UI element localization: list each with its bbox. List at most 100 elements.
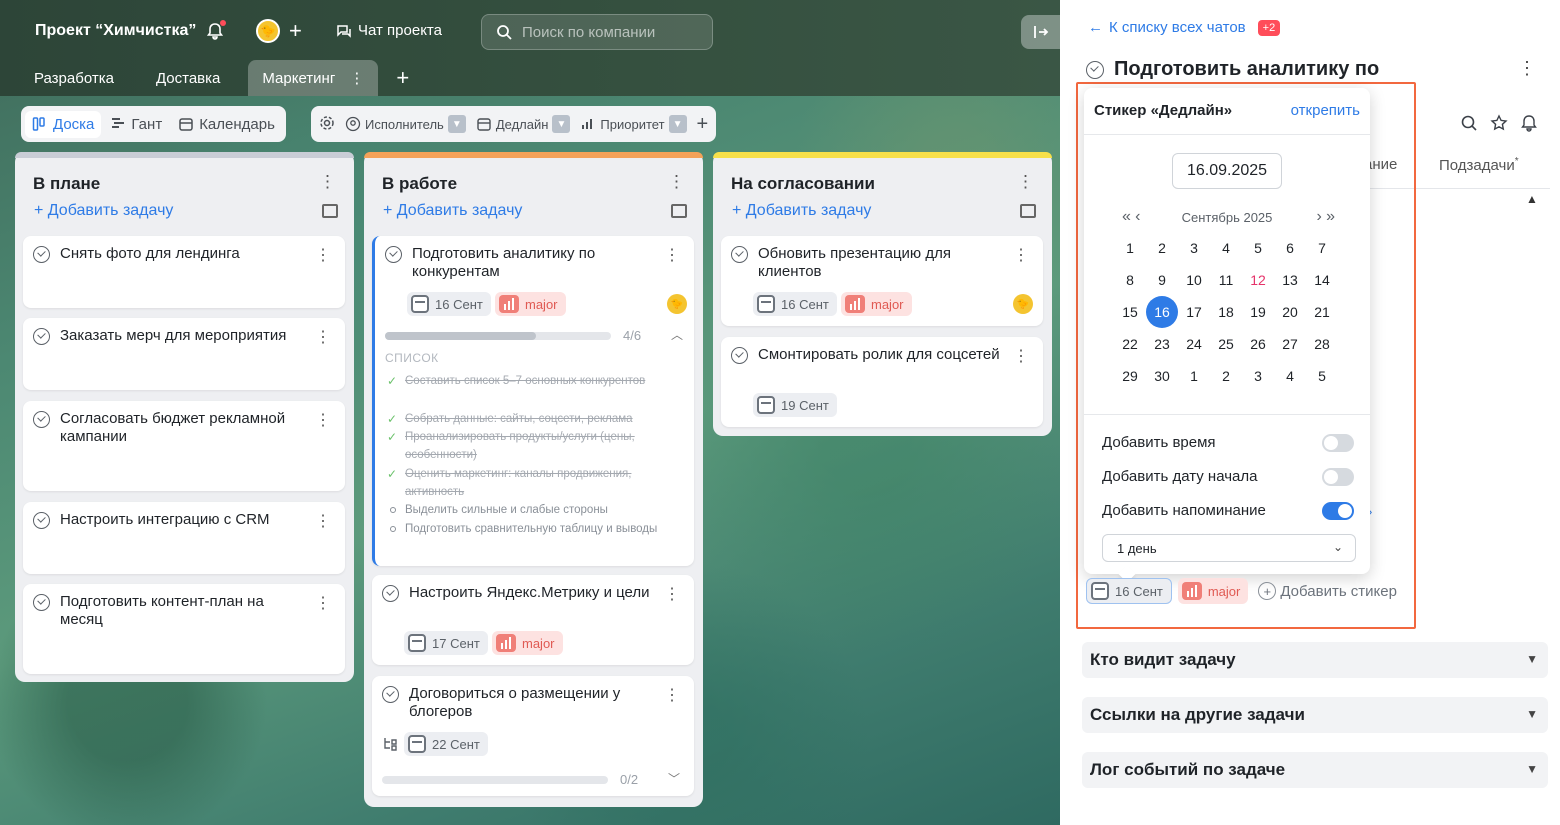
priority-tag[interactable]: major bbox=[492, 631, 563, 655]
calendar-day[interactable]: 2 bbox=[1210, 360, 1242, 392]
calendar-day[interactable]: 1 bbox=[1178, 360, 1210, 392]
reminder-select[interactable]: 1 день ⌄ bbox=[1102, 534, 1356, 562]
collapse-up-icon[interactable]: ▲ bbox=[1526, 192, 1538, 206]
star-icon[interactable] bbox=[1490, 114, 1508, 136]
unpin-link[interactable]: открепить bbox=[1291, 102, 1360, 119]
calendar-day[interactable]: 7 bbox=[1306, 232, 1338, 264]
avatar[interactable]: 🐤 bbox=[256, 19, 280, 43]
column-menu-icon[interactable]: ⋮ bbox=[1017, 172, 1034, 192]
accordion-visibility[interactable]: Кто видит задачу ▼ bbox=[1082, 642, 1548, 678]
add-member-icon[interactable]: + bbox=[289, 20, 302, 42]
check-circle-icon[interactable] bbox=[385, 246, 402, 263]
calendar-day[interactable]: 25 bbox=[1210, 328, 1242, 360]
accordion-event-log[interactable]: Лог событий по задаче ▼ bbox=[1082, 752, 1548, 788]
date-tag[interactable]: 22 Сент bbox=[404, 732, 488, 756]
card-menu-icon[interactable]: ⋮ bbox=[1013, 346, 1029, 366]
calendar-day[interactable]: 6 bbox=[1274, 232, 1306, 264]
view-gantt[interactable]: Гант bbox=[103, 111, 169, 138]
task-menu-icon[interactable]: ⋮ bbox=[1518, 58, 1536, 79]
calendar-day[interactable]: 28 bbox=[1306, 328, 1338, 360]
project-chat-button[interactable]: Чат проекта bbox=[336, 22, 442, 39]
checklist-item[interactable]: ✓ Собрать данные: сайты, соцсети, реклама bbox=[387, 410, 677, 428]
task-card[interactable]: Заказать мерч для мероприятия ⋮ bbox=[23, 318, 345, 390]
chevron-right-icon[interactable]: › bbox=[1317, 208, 1323, 225]
deadline-sticker[interactable]: 16 Сент bbox=[1086, 578, 1172, 604]
card-menu-icon[interactable]: ⋮ bbox=[315, 410, 331, 430]
back-to-chats-link[interactable]: ← К списку всех чатов +2 bbox=[1088, 19, 1281, 36]
task-card[interactable]: Подготовить контент-план на месяц ⋮ bbox=[23, 584, 345, 674]
check-circle-icon[interactable] bbox=[33, 594, 50, 611]
card-menu-icon[interactable]: ⋮ bbox=[1013, 245, 1029, 265]
task-card[interactable]: Договориться о размещении у блогеров ⋮ 2… bbox=[372, 676, 694, 796]
check-circle-icon[interactable] bbox=[33, 411, 50, 428]
calendar-day[interactable]: 3 bbox=[1178, 232, 1210, 264]
view-board[interactable]: Доска bbox=[25, 110, 102, 138]
assignee-avatar[interactable]: 🐤 bbox=[1013, 294, 1033, 314]
accordion-links[interactable]: Ссылки на другие задачи ▼ bbox=[1082, 697, 1548, 733]
calendar-day[interactable]: 10 bbox=[1178, 264, 1210, 296]
calendar-day[interactable]: 3 bbox=[1242, 360, 1274, 392]
calendar-day[interactable]: 15 bbox=[1114, 296, 1146, 328]
add-tab-icon[interactable]: + bbox=[396, 65, 409, 91]
calendar-day[interactable]: 29 bbox=[1114, 360, 1146, 392]
date-tag[interactable]: 16 Сент bbox=[407, 292, 491, 316]
calendar-day[interactable]: 23 bbox=[1146, 328, 1178, 360]
card-menu-icon[interactable]: ⋮ bbox=[315, 593, 331, 613]
priority-sticker[interactable]: major bbox=[1177, 578, 1249, 604]
calendar-day[interactable]: 4 bbox=[1210, 232, 1242, 264]
chevron-left-icon[interactable]: ‹ bbox=[1135, 208, 1141, 225]
double-chevron-left-icon[interactable]: « bbox=[1122, 208, 1131, 225]
toggle-add-start-date[interactable] bbox=[1322, 468, 1354, 486]
filter-funnel-icon[interactable]: ▼ bbox=[668, 115, 687, 133]
task-card[interactable]: Настроить Яндекс.Метрику и цели ⋮ 17 Сен… bbox=[372, 575, 694, 665]
date-tag[interactable]: 17 Сент bbox=[404, 631, 488, 655]
toggle-add-reminder[interactable] bbox=[1322, 502, 1354, 520]
calendar-day[interactable]: 21 bbox=[1306, 296, 1338, 328]
filter-assignee[interactable]: Исполнитель ▼ bbox=[345, 115, 466, 133]
calendar-day[interactable]: 1 bbox=[1114, 232, 1146, 264]
task-card[interactable]: Смонтировать ролик для соцсетей ⋮ 19 Сен… bbox=[721, 337, 1043, 427]
calendar-day[interactable]: 24 bbox=[1178, 328, 1210, 360]
add-task-button[interactable]: + Добавить задачу bbox=[34, 202, 173, 220]
tab-delivery[interactable]: Доставка bbox=[142, 61, 234, 96]
calendar-day[interactable]: 18 bbox=[1210, 296, 1242, 328]
calendar-day[interactable]: 17 bbox=[1178, 296, 1210, 328]
checklist-item[interactable]: ✓ Оценить маркетинг: каналы продвижения, … bbox=[387, 465, 677, 501]
card-menu-icon[interactable]: ⋮ bbox=[315, 327, 331, 347]
filter-deadline[interactable]: Дедлайн ▼ bbox=[476, 115, 571, 133]
chevron-up-icon[interactable]: ︿ bbox=[671, 326, 683, 343]
check-circle-icon[interactable] bbox=[1086, 60, 1104, 79]
calendar-day[interactable]: 11 bbox=[1210, 264, 1242, 296]
search-input[interactable] bbox=[522, 23, 702, 41]
calendar-day[interactable]: 8 bbox=[1114, 264, 1146, 296]
calendar-day[interactable]: 26 bbox=[1242, 328, 1274, 360]
calendar-day[interactable]: 22 bbox=[1114, 328, 1146, 360]
checklist-item[interactable]: Выделить сильные и слабые стороны bbox=[387, 501, 677, 519]
task-card[interactable]: Обновить презентацию для клиентов ⋮ 16 С… bbox=[721, 236, 1043, 326]
column-template-icon[interactable] bbox=[671, 204, 687, 218]
card-menu-icon[interactable]: ⋮ bbox=[664, 685, 680, 705]
calendar-day[interactable]: 19 bbox=[1242, 296, 1274, 328]
card-menu-icon[interactable]: ⋮ bbox=[315, 511, 331, 531]
tab-more-icon[interactable]: ⋮ bbox=[349, 69, 364, 87]
add-filter-icon[interactable]: + bbox=[697, 113, 709, 136]
calendar-day[interactable]: 20 bbox=[1274, 296, 1306, 328]
search-icon[interactable] bbox=[1460, 114, 1478, 136]
add-task-button[interactable]: + Добавить задачу bbox=[383, 202, 522, 220]
check-circle-icon[interactable] bbox=[33, 246, 50, 263]
add-sticker-button[interactable]: + Добавить стикер bbox=[1254, 578, 1405, 604]
card-menu-icon[interactable]: ⋮ bbox=[664, 584, 680, 604]
checklist-item[interactable]: Подготовить сравнительную таблицу и выво… bbox=[387, 520, 677, 538]
date-tag[interactable]: 19 Сент bbox=[753, 393, 837, 417]
task-card-expanded[interactable]: Подготовить аналитику по конкурентам ⋮ 1… bbox=[372, 236, 694, 566]
column-menu-icon[interactable]: ⋮ bbox=[319, 172, 336, 192]
tab-marketing[interactable]: Маркетинг ⋮ bbox=[248, 60, 379, 96]
settings-gear-icon[interactable] bbox=[319, 115, 335, 134]
check-circle-icon[interactable] bbox=[382, 585, 399, 602]
tab-subtasks[interactable]: Подзадачи* bbox=[1439, 156, 1519, 174]
task-card[interactable]: Снять фото для лендинга ⋮ bbox=[23, 236, 345, 308]
calendar-day[interactable]: 12 bbox=[1242, 264, 1274, 296]
check-circle-icon[interactable] bbox=[33, 328, 50, 345]
calendar-day[interactable]: 5 bbox=[1306, 360, 1338, 392]
toggle-add-time[interactable] bbox=[1322, 434, 1354, 452]
